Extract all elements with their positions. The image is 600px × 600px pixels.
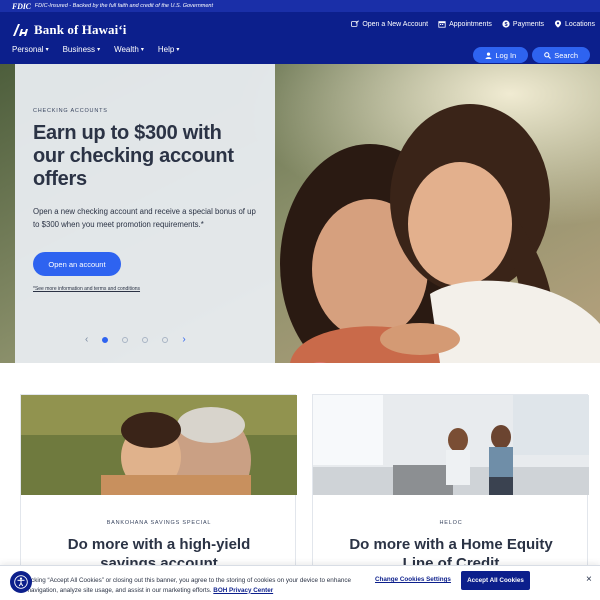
fdic-text: FDIC-Insured - Backed by the full faith … [34,3,213,9]
search-label: Search [554,50,578,60]
hero-body: Open a new checking account and receive … [33,207,256,229]
fdic-logo: FDIC [12,1,31,11]
carousel-dot-1[interactable] [102,336,109,343]
login-button[interactable]: Log In [473,47,529,63]
nav-wealth-label: Wealth [114,45,139,54]
hero-banner: CHECKING ACCOUNTS Earn up to $300 with o… [0,64,600,363]
nav-business-label: Business [62,45,96,54]
brand-logo[interactable]: Bank of Hawai‘i [12,22,127,38]
heloc-card-photo [313,395,589,495]
chevron-left-icon[interactable]: ‹ [85,334,88,345]
location-pin-icon [554,20,562,28]
appointments-label: Appointments [449,20,492,28]
hero-card: CHECKING ACCOUNTS Earn up to $300 with o… [15,64,275,363]
accept-cookies-button[interactable]: Accept All Cookies [461,571,530,590]
nav-personal-label: Personal [12,45,44,54]
cookie-message: By clicking “Accept All Cookies” or clos… [16,577,351,594]
open-account-link[interactable]: Open a New Account [351,20,428,28]
search-button[interactable]: Search [532,47,590,63]
savings-card-photo [21,395,297,495]
site-header: Bank of Hawai‘i Open a New Account Appoi… [0,12,600,64]
hero-eyebrow: CHECKING ACCOUNTS [33,108,108,114]
search-icon [544,51,552,59]
payments-link[interactable]: $ Payments [502,20,544,28]
main-nav: Personal ▾ Business ▾ Wealth ▾ Help ▾ [12,45,179,54]
appointments-link[interactable]: Appointments [438,20,492,28]
header-actions: Log In Search [473,47,590,63]
payments-label: Payments [512,20,545,28]
savings-eyebrow: BANKOHANA SAVINGS SPECIAL [106,520,212,526]
hero-title: Earn up to $300 with our checking accoun… [33,122,234,190]
login-label: Log In [495,50,517,60]
chevron-down-icon: ▾ [45,47,49,53]
chevron-down-icon: ▾ [140,47,144,53]
open-account-icon [351,20,360,27]
nav-wealth[interactable]: Wealth ▾ [114,45,144,54]
terms-link[interactable]: *See more information and terms and cond… [33,286,140,292]
carousel-controls: ‹ › [85,334,186,345]
user-icon [485,51,492,59]
open-account-label: Open a New Account [362,20,429,28]
nav-personal[interactable]: Personal ▾ [12,45,49,54]
chevron-down-icon: ▾ [97,47,101,53]
chevron-right-icon[interactable]: › [182,334,185,345]
brand-name: Bank of Hawai‘i [34,22,127,37]
cookie-text: By clicking “Accept All Cookies” or clos… [16,576,361,595]
utility-nav: Open a New Account Appointments $ Paymen… [351,20,595,28]
nav-business[interactable]: Business ▾ [63,45,100,54]
carousel-dot-4[interactable] [162,336,169,343]
accessibility-icon [14,575,28,589]
open-account-button[interactable]: Open an account [33,252,121,276]
boh-logo-icon [13,24,28,36]
heloc-eyebrow: HELOC [439,520,463,526]
carousel-dot-3[interactable] [142,336,149,343]
fdic-banner: FDIC FDIC-Insured - Backed by the full f… [0,0,600,12]
accessibility-button[interactable] [10,571,32,593]
calendar-icon [438,21,446,28]
carousel-dot-2[interactable] [122,336,129,343]
locations-label: Locations [565,20,595,28]
cookie-settings-link[interactable]: Change Cookies Settings [375,576,451,583]
chevron-down-icon: ▾ [176,47,180,53]
nav-help-label: Help [157,45,175,54]
privacy-center-link[interactable]: BOH Privacy Center [213,587,273,594]
nav-help[interactable]: Help ▾ [158,45,179,54]
dollar-icon: $ [502,20,510,28]
locations-link[interactable]: Locations [554,20,595,28]
close-icon[interactable]: × [586,574,592,585]
